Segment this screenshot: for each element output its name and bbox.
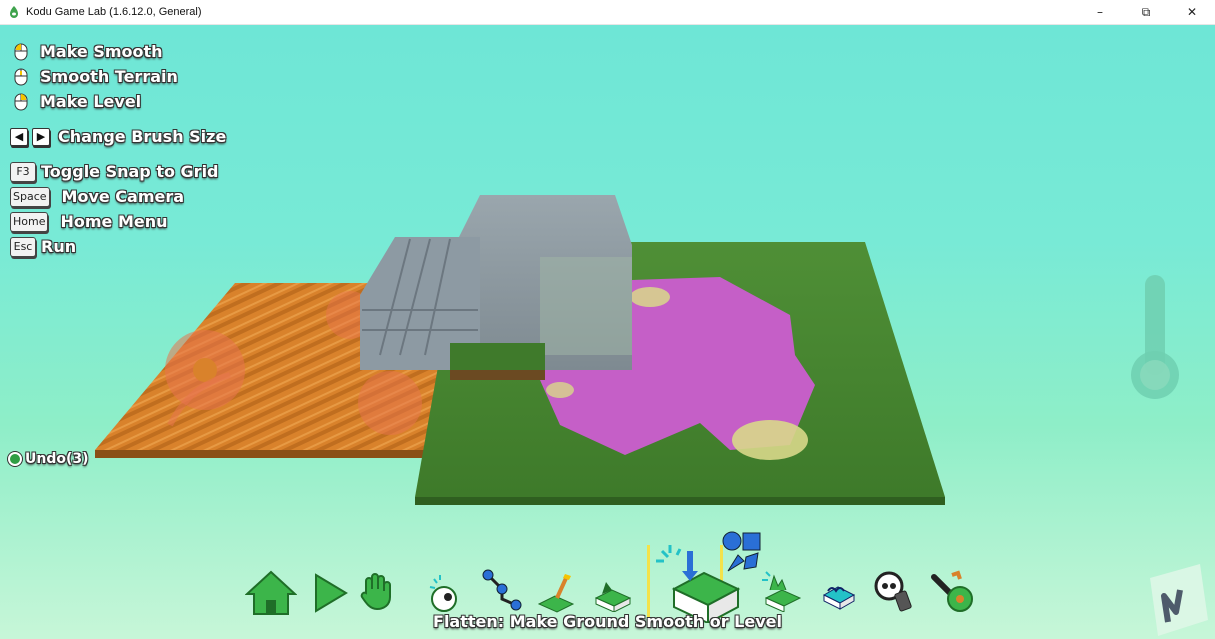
paint-terrain-icon[interactable] [535, 570, 577, 614]
eraser-tool-icon[interactable] [873, 570, 917, 614]
help-panel: Make Smooth Smooth Terrain Make Level ◀ … [10, 39, 226, 259]
title-bar: Kodu Game Lab (1.6.12.0, General) – ⧉ ✕ [0, 0, 1215, 25]
help-row-right-click: Make Level [10, 89, 226, 114]
mouse-left-icon [14, 43, 28, 60]
path-tool-icon[interactable] [480, 567, 524, 613]
toggle-snap-label: Toggle Snap to Grid [41, 162, 219, 181]
brush-size-thermometer[interactable] [1128, 275, 1182, 400]
hand-icon[interactable] [358, 573, 394, 611]
help-row-home: Home Home Menu [10, 209, 226, 234]
play-icon[interactable] [312, 573, 348, 613]
home-menu-label: Home Menu [60, 212, 168, 231]
restore-button[interactable]: ⧉ [1123, 0, 1169, 24]
change-brush-size-label: Change Brush Size [58, 127, 227, 146]
help-row-left-click: Make Smooth [10, 39, 226, 64]
game-viewport[interactable]: Make Smooth Smooth Terrain Make Level ◀ … [0, 25, 1215, 639]
help-row-snap: F3 Toggle Snap to Grid [10, 159, 226, 184]
raise-terrain-icon[interactable] [592, 570, 634, 612]
run-label: Run [41, 237, 77, 256]
help-row-run: Esc Run [10, 234, 226, 259]
tool-bar [240, 515, 980, 623]
minimize-button[interactable]: – [1077, 0, 1123, 24]
undo-button[interactable]: Undo(3) [8, 451, 89, 467]
kodu-app-icon [10, 6, 18, 18]
world-settings-icon[interactable] [930, 569, 976, 613]
home-key: Home [10, 211, 49, 232]
mouse-middle-icon [14, 68, 28, 85]
move-camera-label: Move Camera [61, 187, 185, 206]
stone-terrain [360, 195, 632, 380]
space-key: Space [10, 186, 50, 207]
make-level-label: Make Level [40, 92, 142, 111]
water-tool-icon[interactable] [820, 573, 858, 611]
smooth-terrain-label: Smooth Terrain [40, 67, 178, 86]
undo-label: Undo(3) [25, 451, 89, 467]
tool-description: Flatten: Make Ground Smooth or Level [433, 612, 782, 631]
mouse-right-icon [14, 93, 28, 110]
help-row-middle-click: Smooth Terrain [10, 64, 226, 89]
help-row-brush-size: ◀ ▶ Change Brush Size [10, 124, 226, 149]
object-tool-icon[interactable] [428, 573, 462, 613]
window-title: Kodu Game Lab (1.6.12.0, General) [26, 6, 202, 18]
help-row-camera: Space Move Camera [10, 184, 226, 209]
f3-key: F3 [10, 161, 36, 182]
status-bar: Flatten: Make Ground Smooth or Level [0, 612, 1215, 631]
right-arrow-key-icon: ▶ [32, 127, 50, 146]
compass-icon[interactable] [1130, 560, 1210, 639]
left-arrow-key-icon: ◀ [10, 127, 28, 146]
roughen-terrain-icon[interactable] [760, 568, 804, 612]
home-icon[interactable] [245, 570, 297, 616]
brush-shape-icon[interactable] [722, 531, 762, 575]
close-button[interactable]: ✕ [1169, 0, 1215, 24]
make-smooth-label: Make Smooth [40, 42, 163, 61]
undo-icon [8, 452, 22, 466]
esc-key: Esc [10, 236, 36, 257]
